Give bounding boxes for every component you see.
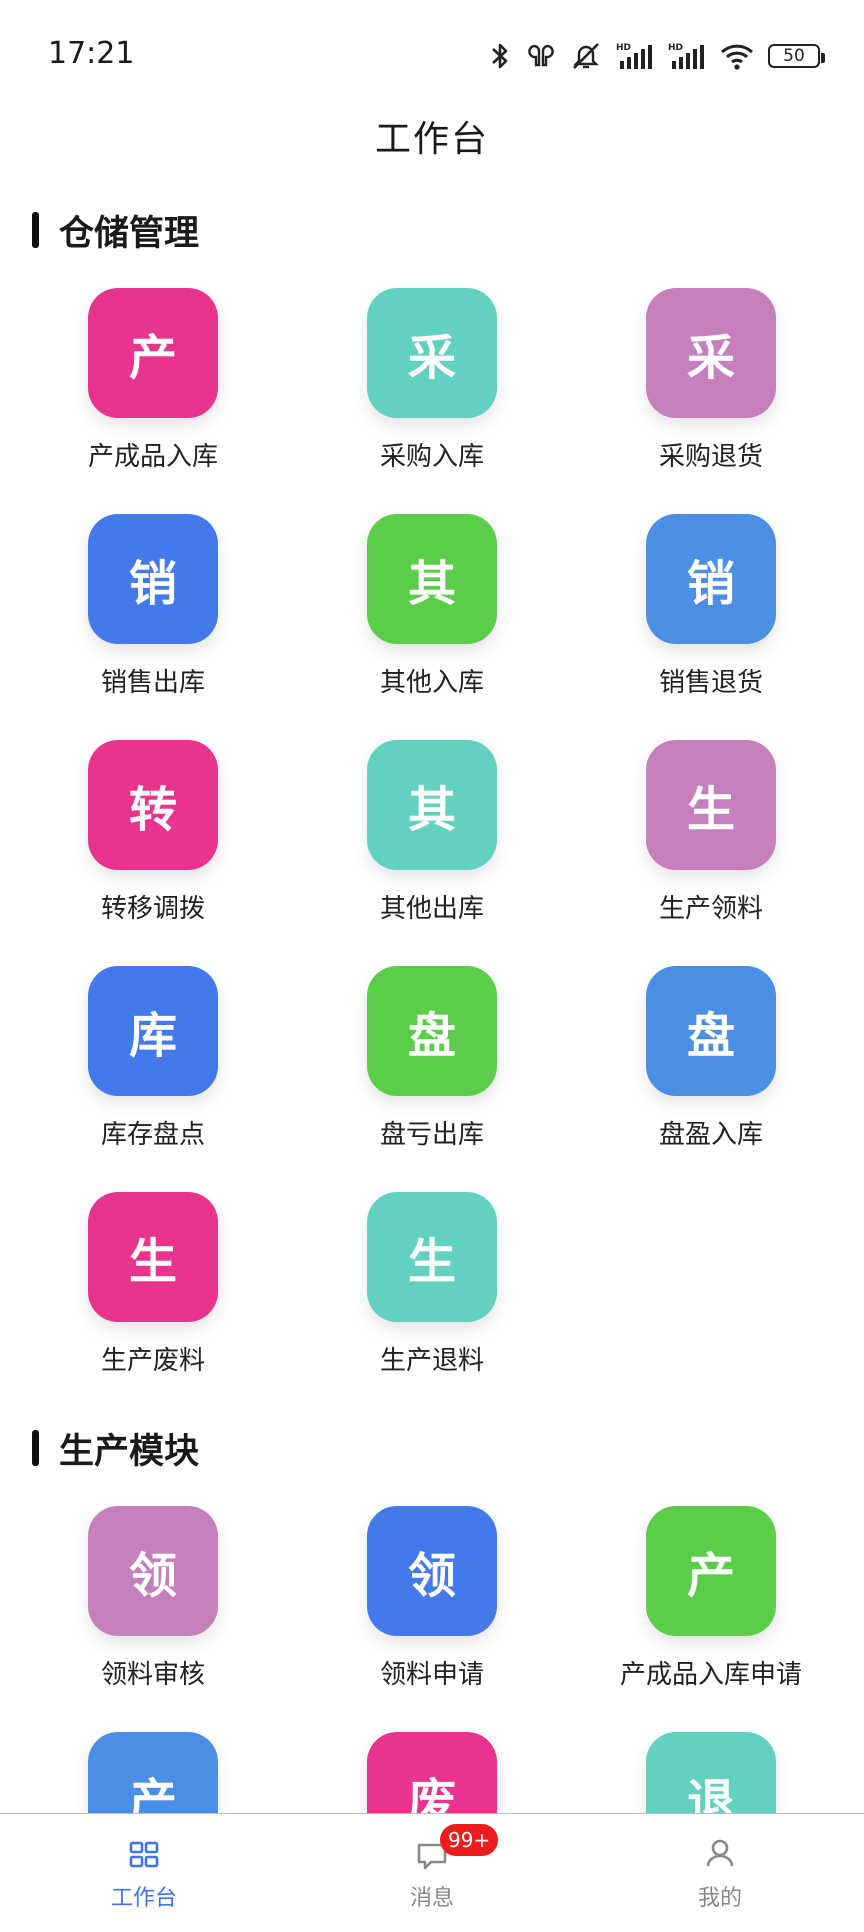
person-icon xyxy=(706,1839,734,1867)
menu-item[interactable]: 采采购退货 xyxy=(558,288,838,488)
menu-item-label: 产成品入库申请 xyxy=(619,1660,802,1690)
menu-item-label: 转移调拨 xyxy=(100,894,205,924)
menu-item-icon[interactable]: 转 xyxy=(88,740,218,870)
mute-icon xyxy=(573,43,599,69)
bottom-nav: 工作台 99+ 消息 我的 xyxy=(0,1813,864,1921)
menu-item[interactable]: 库库存盘点 xyxy=(0,966,280,1166)
menu-item-label: 销售出库 xyxy=(100,668,205,698)
menu-item-glyph: 销 xyxy=(686,556,735,612)
menu-item-label: 领料审核 xyxy=(100,1660,205,1690)
nav-label-profile: 我的 xyxy=(697,1886,742,1911)
menu-item-glyph: 库 xyxy=(128,1008,177,1064)
menu-item[interactable]: 盘盘盈入库 xyxy=(558,966,838,1166)
section-title-bar xyxy=(32,1430,39,1466)
menu-item-glyph: 其 xyxy=(407,782,456,838)
page-title: 工作台 xyxy=(374,119,489,160)
nav-tab-workbench[interactable]: 工作台 xyxy=(0,1814,288,1921)
menu-item-glyph: 领 xyxy=(407,1548,456,1604)
section-title-bar xyxy=(32,212,39,248)
menu-item-glyph: 领 xyxy=(128,1548,177,1604)
bluetooth-icon xyxy=(492,43,508,69)
grid-icon xyxy=(129,1841,159,1868)
section-title: 仓储管理 xyxy=(32,208,199,254)
battery-icon: 50 xyxy=(768,44,825,68)
menu-item-label: 产成品入库 xyxy=(87,442,218,472)
menu-item-icon[interactable]: 领 xyxy=(367,1506,497,1636)
menu-item[interactable]: 其其他入库 xyxy=(279,514,559,714)
menu-item-label: 生产废料 xyxy=(100,1346,205,1376)
menu-item-icon[interactable]: 生 xyxy=(646,740,776,870)
menu-item[interactable]: 销销售出库 xyxy=(0,514,280,714)
svg-text:HD: HD xyxy=(616,43,631,53)
menu-item[interactable]: 采采购入库 xyxy=(279,288,559,488)
menu-item-icon[interactable]: 生 xyxy=(88,1192,218,1322)
wifi-icon xyxy=(720,44,754,70)
menu-item-glyph: 盘 xyxy=(686,1008,735,1064)
menu-item[interactable]: 产产成品入库申请 xyxy=(558,1506,838,1706)
nav-tab-profile[interactable]: 我的 xyxy=(576,1814,864,1921)
section-title: 生产模块 xyxy=(32,1426,199,1472)
svg-text:HD: HD xyxy=(668,43,683,53)
earbuds-icon xyxy=(528,44,554,67)
menu-item-label: 销售退货 xyxy=(658,668,763,698)
menu-item-label: 采购退货 xyxy=(658,442,763,472)
menu-item-glyph: 产 xyxy=(128,330,177,386)
status-bar: 17:21 HD HD 50 xyxy=(0,0,864,110)
menu-item-icon[interactable]: 产 xyxy=(88,288,218,418)
menu-item-label: 采购入库 xyxy=(379,442,484,472)
status-time: 17:21 xyxy=(48,36,135,71)
menu-item-icon[interactable]: 销 xyxy=(88,514,218,644)
menu-item-glyph: 盘 xyxy=(407,1008,456,1064)
menu-item-icon[interactable]: 盘 xyxy=(367,966,497,1096)
status-icons: HD HD 50 xyxy=(488,36,825,76)
menu-item-icon[interactable]: 领 xyxy=(88,1506,218,1636)
menu-item-label: 盘盈入库 xyxy=(658,1120,763,1150)
nav-label-messages: 消息 xyxy=(409,1886,454,1911)
menu-item-label: 盘亏出库 xyxy=(379,1120,484,1150)
menu-item-icon[interactable]: 产 xyxy=(646,1506,776,1636)
menu-item-icon[interactable]: 库 xyxy=(88,966,218,1096)
menu-item-glyph: 生 xyxy=(407,1234,456,1290)
menu-item-label: 库存盘点 xyxy=(100,1120,205,1150)
menu-item-glyph: 销 xyxy=(128,556,177,612)
menu-item[interactable]: 产产成品入库 xyxy=(0,288,280,488)
menu-item[interactable]: 生生产废料 xyxy=(0,1192,280,1392)
menu-item-icon[interactable]: 其 xyxy=(367,514,497,644)
nav-label-workbench: 工作台 xyxy=(110,1886,177,1911)
battery-level: 50 xyxy=(783,46,805,66)
menu-item-glyph: 采 xyxy=(407,330,456,386)
menu-item-label: 其他入库 xyxy=(379,668,484,698)
menu-item[interactable]: 领领料审核 xyxy=(0,1506,280,1706)
menu-item[interactable]: 其其他出库 xyxy=(279,740,559,940)
menu-item-icon[interactable]: 生 xyxy=(367,1192,497,1322)
section-title-text: 仓储管理 xyxy=(59,213,200,254)
menu-item-glyph: 生 xyxy=(128,1234,177,1290)
section-title-text: 生产模块 xyxy=(59,1431,200,1472)
menu-item[interactable]: 转转移调拨 xyxy=(0,740,280,940)
menu-item-icon[interactable]: 采 xyxy=(367,288,497,418)
nav-tab-messages[interactable]: 99+ 消息 xyxy=(288,1814,576,1921)
menu-item-icon[interactable]: 其 xyxy=(367,740,497,870)
menu-item-glyph: 其 xyxy=(407,556,456,612)
menu-item-glyph: 转 xyxy=(128,782,177,838)
menu-item-label: 其他出库 xyxy=(379,894,484,924)
menu-item-label: 领料申请 xyxy=(379,1660,484,1690)
signal-hd-icon: HD xyxy=(668,43,704,69)
menu-item-glyph: 生 xyxy=(686,782,735,838)
menu-item-glyph: 产 xyxy=(686,1548,735,1604)
menu-item-label: 生产领料 xyxy=(658,894,763,924)
menu-item-label: 生产退料 xyxy=(379,1346,484,1376)
menu-item[interactable]: 盘盘亏出库 xyxy=(279,966,559,1166)
menu-item[interactable]: 生生产领料 xyxy=(558,740,838,940)
menu-item-glyph: 采 xyxy=(686,330,735,386)
menu-item[interactable]: 销销售退货 xyxy=(558,514,838,714)
menu-item-icon[interactable]: 销 xyxy=(646,514,776,644)
menu-item[interactable]: 领领料申请 xyxy=(279,1506,559,1706)
menu-item-icon[interactable]: 采 xyxy=(646,288,776,418)
menu-item-icon[interactable]: 盘 xyxy=(646,966,776,1096)
menu-item[interactable]: 生生产退料 xyxy=(279,1192,559,1392)
signal-hd-icon: HD xyxy=(616,43,652,69)
message-badge: 99+ xyxy=(440,1824,499,1856)
